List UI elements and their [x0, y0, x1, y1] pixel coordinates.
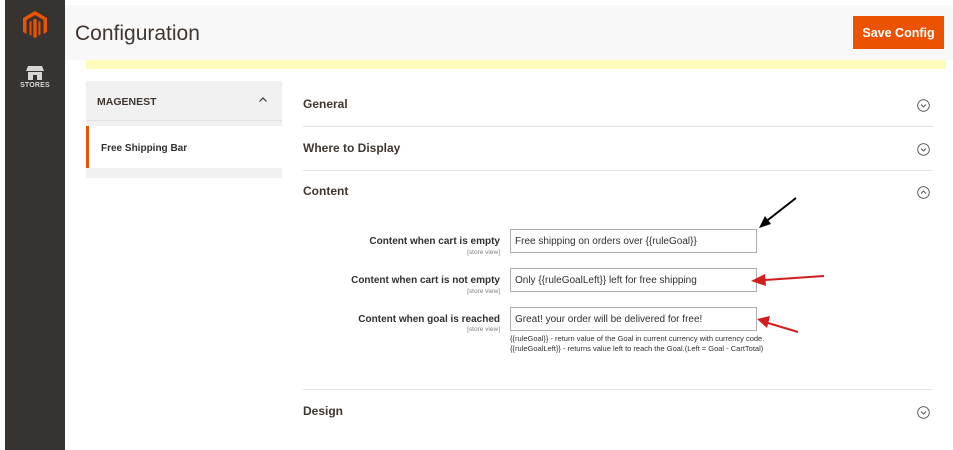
store-icon [26, 66, 44, 80]
magento-logo-icon[interactable] [23, 11, 47, 39]
nav-item-stores-label: STORES [20, 82, 50, 89]
red-annotation-arrow [757, 316, 799, 333]
black-annotation-arrow [759, 197, 797, 228]
annotation-arrows [751, 197, 825, 333]
admin-sidebar: STORES [5, 0, 65, 450]
nav-item-stores[interactable]: STORES [10, 66, 60, 89]
main-content: Configuration Save Config MAGENEST Free … [65, 0, 953, 450]
red-annotation-arrow [751, 274, 825, 286]
